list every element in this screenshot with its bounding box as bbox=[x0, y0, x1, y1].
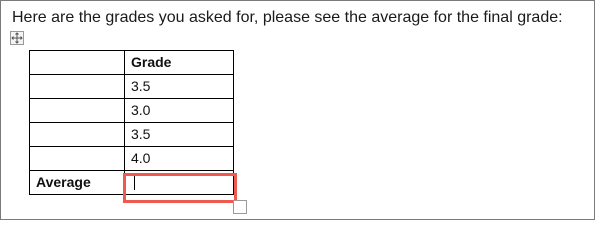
table-header-row: Grade bbox=[29, 50, 234, 75]
intro-paragraph: Here are the grades you asked for, pleas… bbox=[12, 9, 563, 26]
table-resize-handle-icon[interactable] bbox=[233, 200, 247, 214]
grade-cell[interactable]: 3.5 bbox=[124, 74, 234, 99]
table-row: 4.0 bbox=[29, 146, 234, 171]
header-cell-grade[interactable]: Grade bbox=[124, 50, 234, 75]
grade-cell[interactable]: 4.0 bbox=[124, 146, 234, 171]
document-page: Here are the grades you asked for, pleas… bbox=[0, 0, 595, 220]
row-label-cell[interactable] bbox=[29, 98, 125, 123]
header-cell-label[interactable] bbox=[29, 50, 125, 75]
grade-cell[interactable]: 3.5 bbox=[124, 122, 234, 147]
average-cell-highlight bbox=[123, 173, 237, 203]
row-label-cell[interactable] bbox=[29, 74, 125, 99]
average-label-cell[interactable]: Average bbox=[29, 170, 125, 195]
table-row: 3.5 bbox=[29, 122, 234, 147]
table-row: 3.5 bbox=[29, 74, 234, 99]
table-row: 3.0 bbox=[29, 98, 234, 123]
grade-cell[interactable]: 3.0 bbox=[124, 98, 234, 123]
table-move-handle-icon[interactable] bbox=[10, 31, 24, 45]
row-label-cell[interactable] bbox=[29, 122, 125, 147]
row-label-cell[interactable] bbox=[29, 146, 125, 171]
